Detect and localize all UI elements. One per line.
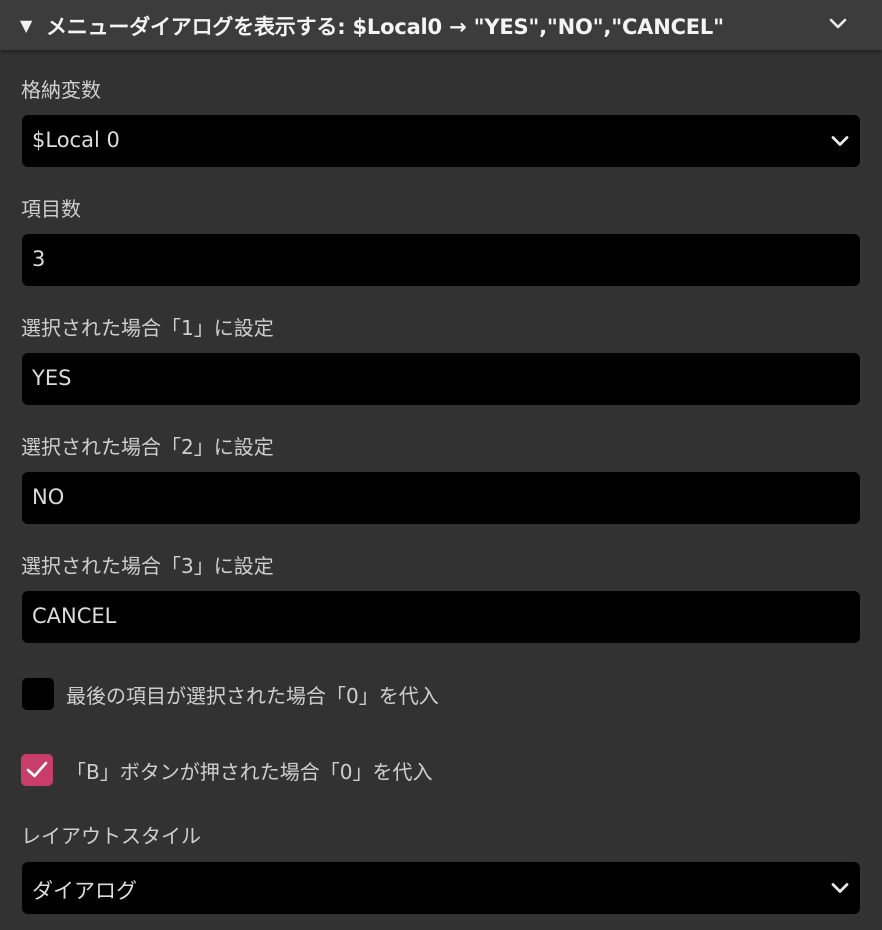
choice2-input[interactable]: NO (22, 472, 860, 524)
variable-label: 格納変数 (21, 78, 101, 102)
command-title: メニューダイアログを表示する: $Local0 → "YES","NO","CA… (46, 15, 724, 39)
item-count-value: 3 (32, 247, 46, 271)
choice1-input[interactable]: YES (22, 353, 860, 405)
chevron-down-icon (831, 136, 849, 146)
variable-select[interactable]: $Local 0 (22, 115, 860, 167)
chevron-down-icon[interactable] (826, 12, 850, 36)
last-item-checkbox-label[interactable]: 最後の項目が選択された場合「0」を代入 (66, 680, 439, 709)
checkmark-icon (26, 761, 48, 778)
choice3-input[interactable]: CANCEL (22, 591, 860, 643)
layout-style-label: レイアウトスタイル (21, 824, 201, 848)
variable-select-value: $Local 0 (32, 128, 120, 152)
choice1-label: 選択された場合「1」に設定 (21, 316, 274, 340)
item-count-label: 項目数 (21, 197, 81, 221)
choice2-label: 選択された場合「2」に設定 (21, 435, 274, 459)
collapse-triangle-icon[interactable]: ▼ (20, 16, 32, 35)
b-button-checkbox-label[interactable]: 「B」ボタンが押された場合「0」を代入 (66, 756, 432, 785)
command-header[interactable]: ▼ メニューダイアログを表示する: $Local0 → "YES","NO","… (0, 0, 882, 50)
choice3-label: 選択された場合「3」に設定 (21, 554, 274, 578)
layout-style-select[interactable]: ダイアログ (22, 862, 860, 914)
item-count-input[interactable]: 3 (22, 234, 860, 286)
choice3-value: CANCEL (32, 604, 117, 628)
choice2-value: NO (32, 485, 65, 509)
layout-style-value: ダイアログ (32, 879, 137, 903)
chevron-down-icon (831, 883, 849, 893)
b-button-checkbox[interactable] (21, 754, 53, 786)
choice1-value: YES (32, 366, 72, 390)
last-item-checkbox[interactable] (22, 678, 54, 710)
